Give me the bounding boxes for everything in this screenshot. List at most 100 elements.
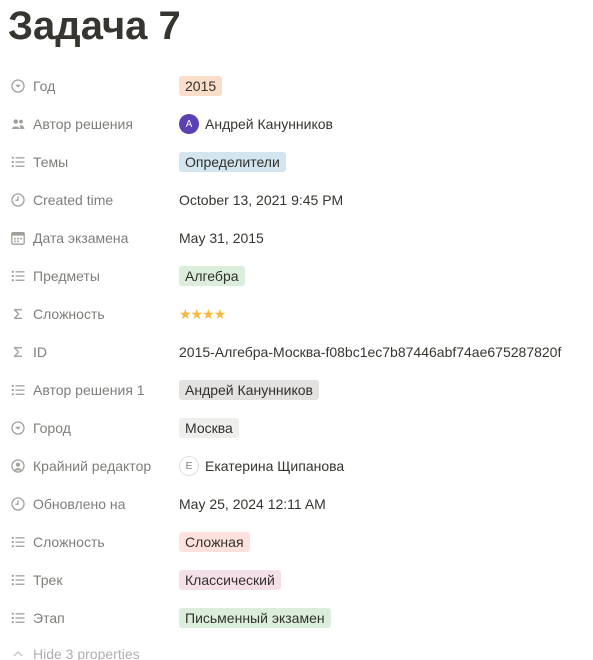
property-label-solution-author[interactable]: Автор решения [8,105,173,143]
property-value-id[interactable]: 2015-Алгебра-Москва-f08bc1ec7b87446abf74… [179,333,585,371]
property-value-city[interactable]: Москва [179,409,585,447]
list-icon [8,570,28,590]
property-row-city: Город Москва [0,409,593,447]
property-label-difficulty[interactable]: Сложность [8,523,173,561]
chevron-up-icon [8,644,28,660]
calendar-icon [8,228,28,248]
property-label-stage[interactable]: Этап [8,599,173,637]
property-label-text: ID [33,344,47,360]
clock-icon [8,190,28,210]
property-row-last-editor: Крайний редактор E Екатерина Щипанова [0,447,593,485]
property-row-year: Год 2015 [0,67,593,105]
person-chip: A Андрей Канунников [179,114,333,134]
property-row-difficulty: Сложность Сложная [0,523,593,561]
property-row-updated-at: Обновлено на May 25, 2024 12:11 AM [0,485,593,523]
property-value-stage[interactable]: Письменный экзамен [179,599,585,637]
difficulty-tag: Сложная [179,532,250,552]
avatar: A [179,114,199,134]
page-title[interactable]: Задача 7 [8,2,181,50]
property-row-solution-author: Автор решения A Андрей Канунников [0,105,593,143]
person-icon [8,456,28,476]
page: Задача 7 Год 2015 Автор решения A Андрей… [0,0,593,660]
properties-list: Год 2015 Автор решения A Андрей Канунник… [0,67,593,637]
subject-tag: Алгебра [179,266,245,286]
property-value-created-time[interactable]: October 13, 2021 9:45 PM [179,181,585,219]
property-label-text: Сложность [33,306,105,322]
property-label-subjects[interactable]: Предметы [8,257,173,295]
exam-date-value: May 31, 2015 [179,230,264,246]
property-value-difficulty[interactable]: Сложная [179,523,585,561]
property-label-last-editor[interactable]: Крайний редактор [8,447,173,485]
person-name: Андрей Канунников [205,116,333,132]
formula-icon [8,304,28,324]
clock-icon [8,494,28,514]
property-label-text: Город [33,420,71,436]
property-label-text: Автор решения 1 [33,382,145,398]
hide-properties-label: Hide 3 properties [33,646,140,660]
property-row-topics: Темы Определители [0,143,593,181]
property-value-subjects[interactable]: Алгебра [179,257,585,295]
property-label-text: Автор решения [33,116,133,132]
property-label-text: Created time [33,192,114,208]
property-row-stage: Этап Письменный экзамен [0,599,593,637]
property-label-text: Год [33,78,56,94]
property-row-exam-date: Дата экзамена May 31, 2015 [0,219,593,257]
property-label-solution-author-1[interactable]: Автор решения 1 [8,371,173,409]
property-label-year[interactable]: Год [8,67,173,105]
property-label-text: Крайний редактор [33,458,152,474]
property-label-updated-at[interactable]: Обновлено на [8,485,173,523]
people-icon [8,114,28,134]
property-label-text: Дата экзамена [33,230,129,246]
formula-icon [8,342,28,362]
property-label-created-time[interactable]: Created time [8,181,173,219]
select-icon [8,76,28,96]
person-chip: E Екатерина Щипанова [179,456,344,476]
property-value-exam-date[interactable]: May 31, 2015 [179,219,585,257]
created-time-value: October 13, 2021 9:45 PM [179,192,344,208]
track-tag: Классический [179,570,281,590]
list-icon [8,608,28,628]
property-value-solution-author-1[interactable]: Андрей Канунников [179,371,585,409]
updated-at-value: May 25, 2024 12:11 AM [179,496,326,512]
id-value: 2015-Алгебра-Москва-f08bc1ec7b87446abf74… [179,344,562,360]
topic-tag: Определители [179,152,286,172]
property-label-exam-date[interactable]: Дата экзамена [8,219,173,257]
property-row-difficulty-stars: Сложность ★★★★ [0,295,593,333]
list-icon [8,266,28,286]
property-row-created-time: Created time October 13, 2021 9:45 PM [0,181,593,219]
property-value-topics[interactable]: Определители [179,143,585,181]
author-tag: Андрей Канунников [179,380,319,400]
select-icon [8,418,28,438]
property-row-solution-author-1: Автор решения 1 Андрей Канунников [0,371,593,409]
property-label-text: Темы [33,154,69,170]
property-value-solution-author[interactable]: A Андрей Канунников [179,105,585,143]
property-value-difficulty-stars[interactable]: ★★★★ [179,295,585,333]
property-value-last-editor[interactable]: E Екатерина Щипанова [179,447,585,485]
property-row-track: Трек Классический [0,561,593,599]
property-label-track[interactable]: Трек [8,561,173,599]
property-value-track[interactable]: Классический [179,561,585,599]
property-row-id: ID 2015-Алгебра-Москва-f08bc1ec7b87446ab… [0,333,593,371]
city-tag: Москва [179,418,239,438]
property-label-difficulty-stars[interactable]: Сложность [8,295,173,333]
property-label-id[interactable]: ID [8,333,173,371]
list-icon [8,532,28,552]
property-label-city[interactable]: Город [8,409,173,447]
property-value-year[interactable]: 2015 [179,67,585,105]
list-icon [8,380,28,400]
person-name: Екатерина Щипанова [205,458,345,474]
property-label-text: Трек [33,572,63,588]
stage-tag: Письменный экзамен [179,608,331,628]
list-icon [8,152,28,172]
property-label-text: Этап [33,610,65,626]
property-row-subjects: Предметы Алгебра [0,257,593,295]
property-label-topics[interactable]: Темы [8,143,173,181]
avatar: E [179,456,199,476]
year-tag: 2015 [179,76,223,96]
property-label-text: Предметы [33,268,100,284]
property-label-text: Обновлено на [33,496,126,512]
property-label-text: Сложность [33,534,105,550]
property-value-updated-at[interactable]: May 25, 2024 12:11 AM [179,485,585,523]
hide-properties-button[interactable]: Hide 3 properties [8,641,140,660]
star-rating: ★★★★ [179,305,226,322]
